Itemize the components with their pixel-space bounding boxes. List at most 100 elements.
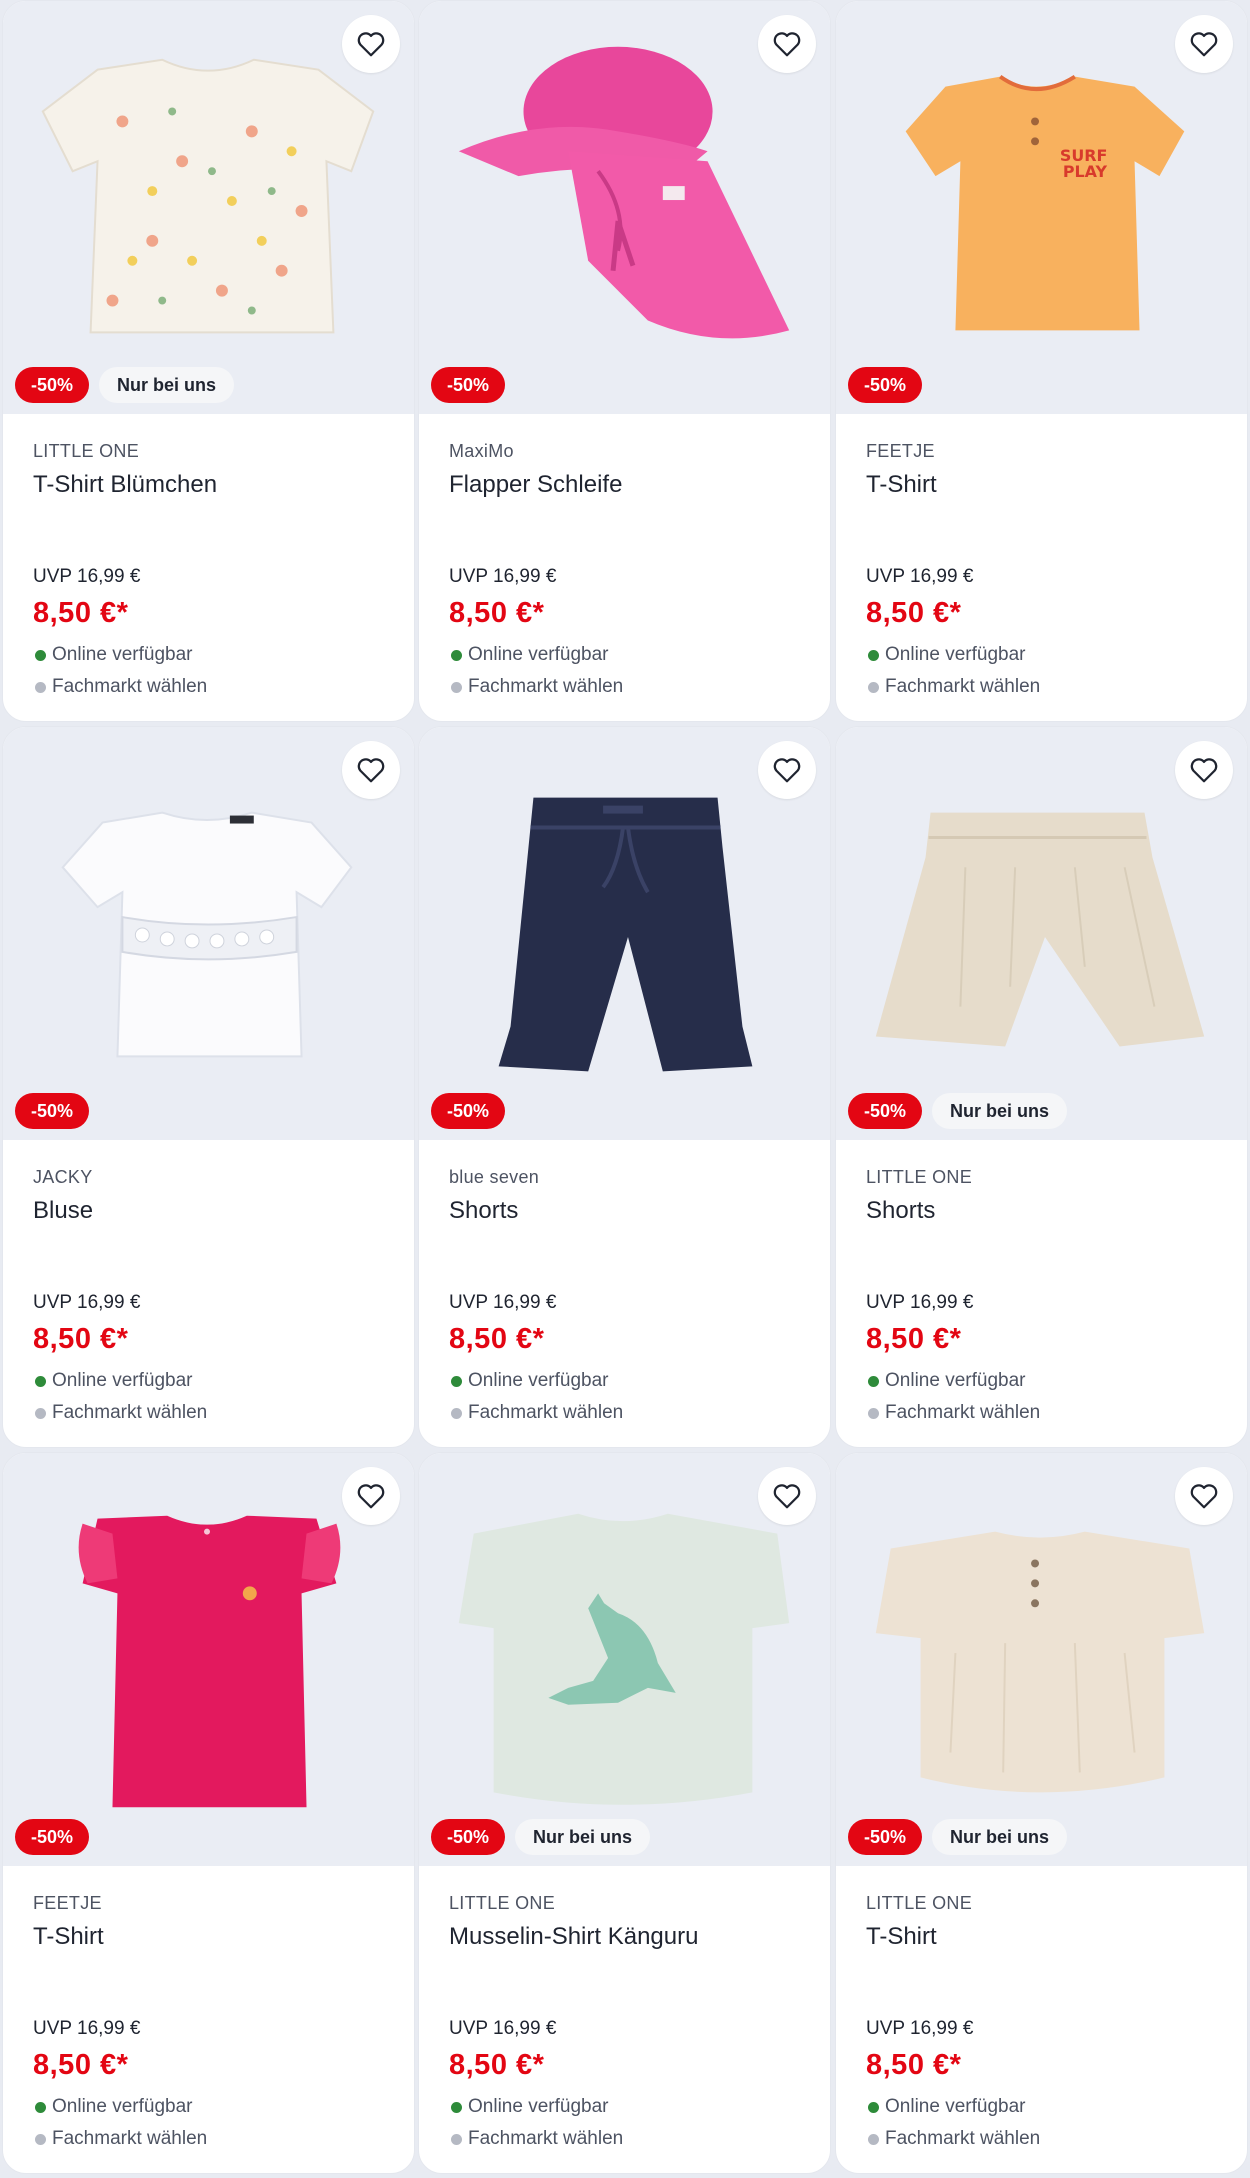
product-image[interactable]: -50% (419, 1, 830, 414)
store-label[interactable]: Fachmarkt wählen (52, 676, 207, 698)
product-image[interactable]: -50% Nur bei uns (419, 1453, 830, 1866)
product-price: 8,50 €* (866, 2049, 962, 2081)
product-title[interactable]: T-Shirt (866, 471, 1227, 503)
product-price: 8,50 €* (449, 597, 545, 629)
product-image[interactable]: -50% Nur bei uns (3, 1, 414, 414)
store-label[interactable]: Fachmarkt wählen (885, 676, 1040, 698)
store-label[interactable]: Fachmarkt wählen (468, 2128, 623, 2150)
status-dot-icon (868, 1407, 879, 1419)
availability-label: Online verfügbar (52, 644, 193, 665)
store-label[interactable]: Fachmarkt wählen (468, 1402, 623, 1424)
product-uvp: UVP 16,99 € (449, 1292, 557, 1313)
product-price: 8,50 €* (33, 597, 129, 629)
store-select-link[interactable]: Fachmarkt wählen (35, 2128, 207, 2150)
product-card[interactable]: -50% JACKY Bluse UVP 16,99 € 8,50 €* Onl… (2, 726, 415, 1448)
status-dot-icon (451, 681, 462, 693)
product-price: 8,50 €* (449, 2049, 545, 2081)
wishlist-heart-icon[interactable] (1175, 741, 1233, 799)
product-uvp: UVP 16,99 € (33, 2018, 141, 2039)
store-label[interactable]: Fachmarkt wählen (885, 2128, 1040, 2150)
availability-online: Online verfügbar (35, 2096, 192, 2118)
store-select-link[interactable]: Fachmarkt wählen (451, 2128, 623, 2150)
wishlist-heart-icon[interactable] (1175, 15, 1233, 73)
product-title[interactable]: T-Shirt (33, 1923, 394, 1955)
wishlist-heart-icon[interactable] (758, 1467, 816, 1525)
product-card[interactable]: -50% Nur bei uns LITTLE ONE Musselin-Shi… (418, 1452, 831, 2174)
discount-badge: -50% (848, 1819, 923, 1855)
status-dot-icon (868, 649, 879, 661)
product-price: 8,50 €* (866, 597, 962, 629)
store-select-link[interactable]: Fachmarkt wählen (868, 2128, 1040, 2150)
store-select-link[interactable]: Fachmarkt wählen (35, 1402, 207, 1424)
product-uvp: UVP 16,99 € (449, 566, 557, 587)
exclusive-badge: Nur bei uns (515, 1819, 651, 1855)
availability-online: Online verfügbar (35, 1370, 192, 1392)
wishlist-heart-icon[interactable] (342, 741, 400, 799)
store-label[interactable]: Fachmarkt wählen (468, 676, 623, 698)
product-title[interactable]: Musselin-Shirt Känguru (449, 1923, 810, 1955)
product-title[interactable]: Shorts (449, 1197, 810, 1229)
store-select-link[interactable]: Fachmarkt wählen (35, 676, 207, 698)
availability-online: Online verfügbar (868, 1370, 1025, 1392)
product-card[interactable]: -50% MaxiMo Flapper Schleife UVP 16,99 €… (418, 0, 831, 722)
product-card[interactable]: -50% Nur bei uns LITTLE ONE T-Shirt Blüm… (2, 0, 415, 722)
product-title[interactable]: Bluse (33, 1197, 394, 1229)
product-image[interactable]: -50% Nur bei uns (836, 1453, 1247, 1866)
store-label[interactable]: Fachmarkt wählen (885, 1402, 1040, 1424)
discount-badge: -50% (15, 367, 90, 403)
discount-badge: -50% (431, 1819, 506, 1855)
product-image[interactable]: -50% (3, 727, 414, 1140)
store-label[interactable]: Fachmarkt wählen (52, 2128, 207, 2150)
product-title[interactable]: Flapper Schleife (449, 471, 810, 503)
product-uvp: UVP 16,99 € (33, 566, 141, 587)
product-grid: -50% Nur bei uns LITTLE ONE T-Shirt Blüm… (0, 0, 1250, 2178)
availability-online: Online verfügbar (451, 644, 608, 666)
product-title[interactable]: T-Shirt Blümchen (33, 471, 394, 503)
availability-online: Online verfügbar (451, 1370, 608, 1392)
wishlist-heart-icon[interactable] (1175, 1467, 1233, 1525)
store-select-link[interactable]: Fachmarkt wählen (868, 1402, 1040, 1424)
product-image[interactable]: -50% Nur bei uns (836, 727, 1247, 1140)
availability-label: Online verfügbar (52, 1370, 193, 1391)
status-dot-icon (868, 2101, 879, 2113)
product-title[interactable]: T-Shirt (866, 1923, 1227, 1955)
product-brand: LITTLE ONE (449, 1893, 556, 1913)
product-image[interactable]: SURF PLAY -50% (836, 1, 1247, 414)
product-card[interactable]: -50% Nur bei uns LITTLE ONE Shorts UVP 1… (835, 726, 1248, 1448)
availability-online: Online verfügbar (451, 2096, 608, 2118)
wishlist-heart-icon[interactable] (342, 15, 400, 73)
wishlist-heart-icon[interactable] (758, 15, 816, 73)
availability-label: Online verfügbar (52, 2096, 193, 2117)
product-card[interactable]: SURF PLAY -50% FEETJE T-Shirt UVP 16,99 … (835, 0, 1248, 722)
badges: -50% (15, 1819, 90, 1855)
product-title[interactable]: Shorts (866, 1197, 1227, 1229)
store-select-link[interactable]: Fachmarkt wählen (451, 676, 623, 698)
badges: -50% Nur bei uns (848, 1819, 1068, 1855)
availability-online: Online verfügbar (868, 2096, 1025, 2118)
status-dot-icon (451, 1375, 462, 1387)
product-brand: FEETJE (866, 441, 935, 461)
store-label[interactable]: Fachmarkt wählen (52, 1402, 207, 1424)
product-uvp: UVP 16,99 € (866, 566, 974, 587)
exclusive-badge: Nur bei uns (932, 1819, 1068, 1855)
availability-label: Online verfügbar (468, 1370, 609, 1391)
product-card[interactable]: -50% Nur bei uns LITTLE ONE T-Shirt UVP … (835, 1452, 1248, 2174)
store-select-link[interactable]: Fachmarkt wählen (868, 676, 1040, 698)
product-card[interactable]: -50% FEETJE T-Shirt UVP 16,99 € 8,50 €* … (2, 1452, 415, 2174)
product-image[interactable]: -50% (419, 727, 830, 1140)
wishlist-heart-icon[interactable] (342, 1467, 400, 1525)
availability-online: Online verfügbar (35, 644, 192, 666)
badges: -50% (431, 1093, 506, 1129)
availability-label: Online verfügbar (885, 644, 1026, 665)
status-dot-icon (451, 2101, 462, 2113)
discount-badge: -50% (15, 1093, 90, 1129)
badges: -50% (848, 367, 923, 403)
availability-label: Online verfügbar (885, 1370, 1026, 1391)
store-select-link[interactable]: Fachmarkt wählen (451, 1402, 623, 1424)
product-price: 8,50 €* (33, 2049, 129, 2081)
product-image[interactable]: -50% (3, 1453, 414, 1866)
product-uvp: UVP 16,99 € (33, 1292, 141, 1313)
status-dot-icon (35, 681, 46, 693)
product-card[interactable]: -50% blue seven Shorts UVP 16,99 € 8,50 … (418, 726, 831, 1448)
wishlist-heart-icon[interactable] (758, 741, 816, 799)
